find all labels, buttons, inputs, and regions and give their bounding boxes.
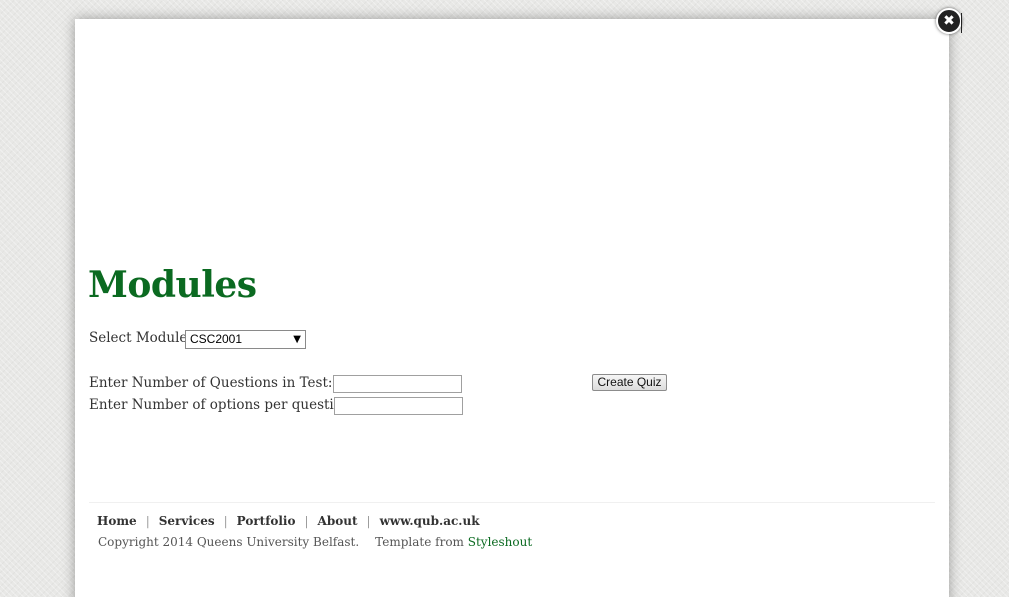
template-credit-text: Template from: [375, 535, 464, 549]
footer-separator: |: [223, 514, 228, 528]
create-quiz-button[interactable]: Create Quiz: [592, 374, 667, 391]
modal-dialog: Modules Select Module: CSC2001 ▼ Enter N…: [75, 19, 949, 597]
options-count-label: Enter Number of options per question:: [89, 397, 356, 413]
close-icon: ✖: [943, 13, 955, 29]
styleshout-link[interactable]: Styleshout: [468, 535, 532, 549]
questions-count-label: Enter Number of Questions in Test:: [89, 375, 333, 391]
footer-link-about[interactable]: About: [318, 514, 358, 528]
footer-link-services[interactable]: Services: [159, 514, 215, 528]
footer-nav: Home | Services | Portfolio | About | www.qub.ac…: [97, 514, 480, 528]
copyright-text: Copyright 2014 Queens University Belfast…: [98, 535, 360, 549]
options-count-input[interactable]: [334, 397, 463, 415]
footer-divider: [89, 502, 935, 503]
footer-link-portfolio[interactable]: Portfolio: [237, 514, 296, 528]
footer-link-home[interactable]: Home: [97, 514, 137, 528]
page-title: Modules: [88, 264, 257, 306]
footer-separator: |: [145, 514, 150, 528]
footer-separator: |: [366, 514, 371, 528]
close-button[interactable]: ✖: [936, 8, 962, 34]
module-select-value: CSC2001: [190, 332, 243, 346]
chevron-down-icon: ▼: [293, 334, 301, 345]
module-select[interactable]: CSC2001 ▼: [185, 330, 306, 349]
footer-copyright: Copyright 2014 Queens University Belfast…: [98, 535, 532, 549]
footer-link-qub[interactable]: www.qub.ac.uk: [380, 514, 480, 528]
footer-separator: |: [304, 514, 309, 528]
select-module-label: Select Module:: [89, 330, 192, 346]
questions-count-input[interactable]: [333, 375, 462, 393]
text-cursor: [961, 13, 962, 33]
